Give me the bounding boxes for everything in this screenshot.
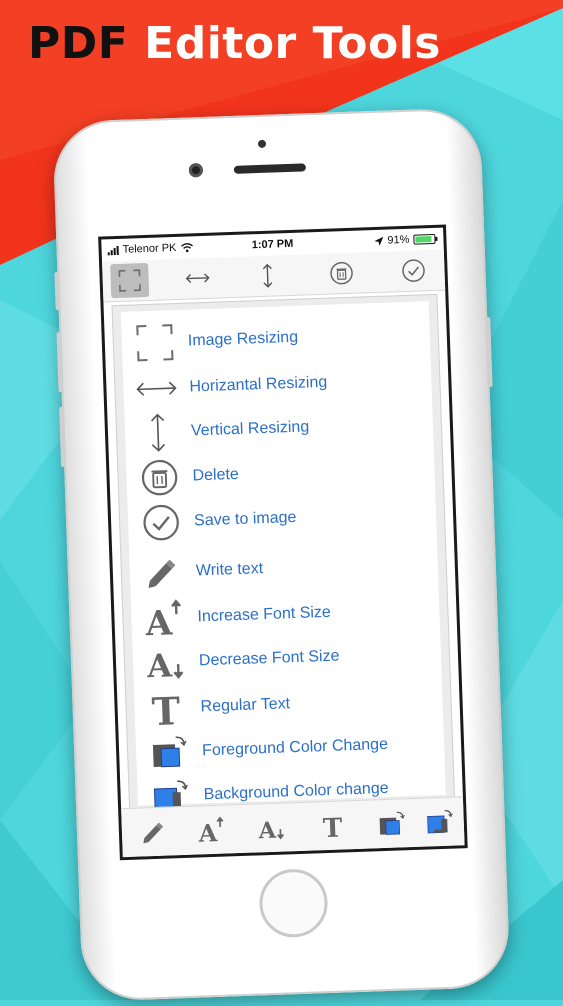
vertical-arrow-icon	[147, 412, 168, 453]
vertical-arrow-icon	[260, 263, 275, 289]
svg-text:T: T	[151, 688, 181, 729]
phone-body: Telenor PK 1:07 PM 91%	[52, 107, 510, 1001]
top-tool-vertical-resize[interactable]	[248, 258, 287, 293]
horizontal-arrow-icon	[184, 271, 210, 286]
bottom-toolbar: A A T	[121, 796, 465, 857]
pencil-icon	[143, 553, 182, 592]
bottom-tool-regular-text[interactable]: T	[313, 807, 354, 844]
list-item-label: Regular Text	[200, 695, 290, 716]
phone-mute-switch	[54, 272, 60, 310]
svg-text:A: A	[146, 646, 174, 683]
decrease-font-icon: A	[144, 642, 187, 683]
svg-text:T: T	[322, 813, 343, 840]
list-item-label: Vertical Resizing	[191, 418, 310, 440]
foreground-color-icon	[149, 734, 190, 771]
list-item-label: Image Resizing	[188, 329, 299, 351]
phone-screen: Telenor PK 1:07 PM 91%	[98, 225, 468, 861]
list-item-label: Foreground Color Change	[202, 736, 388, 760]
decrease-font-icon: A	[256, 813, 287, 842]
bottom-tool-foreground-color[interactable]	[371, 805, 412, 842]
regular-text-icon: T	[148, 688, 187, 729]
proximity-sensor	[258, 140, 266, 148]
bottom-tool-decrease-font[interactable]: A	[251, 809, 292, 846]
pencil-icon	[139, 818, 168, 847]
image-resize-icon	[134, 322, 175, 363]
top-tool-horizontal-resize[interactable]	[178, 261, 217, 296]
tool-legend-list: Image Resizing Horizantal Resizing Verti…	[121, 301, 446, 805]
list-item-label: Increase Font Size	[197, 604, 331, 627]
battery-icon	[413, 234, 435, 245]
list-item-delete: Delete	[136, 453, 240, 501]
list-item-label: Save to image	[194, 509, 297, 531]
horizontal-arrow-icon	[135, 378, 178, 399]
increase-font-icon: A	[143, 598, 186, 639]
list-item-label: Decrease Font Size	[199, 647, 340, 670]
battery-percent: 91%	[387, 234, 409, 247]
background-color-icon	[424, 808, 455, 837]
top-tool-save[interactable]	[394, 253, 433, 288]
list-item-regular-text: T Regular Text	[144, 682, 291, 731]
home-button[interactable]	[258, 868, 328, 938]
list-item-label: Delete	[192, 466, 239, 486]
image-resize-icon	[117, 268, 142, 293]
list-item-decrease-font: A Decrease Font Size	[142, 635, 340, 686]
list-item-increase-font: A Increase Font Size	[141, 591, 332, 642]
phone-power-button	[485, 317, 492, 387]
bottom-tool-write-text[interactable]	[133, 813, 174, 850]
check-circle-icon	[401, 258, 426, 283]
list-item-vertical-resizing: Vertical Resizing	[134, 405, 310, 455]
svg-text:A: A	[257, 818, 277, 843]
trash-icon	[140, 458, 179, 497]
regular-text-icon: T	[320, 811, 347, 840]
front-camera	[189, 163, 203, 177]
list-item-horizontal-resizing: Horizantal Resizing	[133, 361, 328, 412]
location-icon	[374, 236, 383, 245]
phone-mockup: Telenor PK 1:07 PM 91%	[0, 0, 535, 998]
list-item-label: Horizantal Resizing	[189, 374, 327, 397]
document-canvas: Image Resizing Horizantal Resizing Verti…	[112, 294, 456, 813]
phone-volume-down	[59, 407, 66, 467]
check-circle-icon	[142, 503, 181, 542]
list-item-label: Write text	[196, 560, 264, 580]
list-item-image-resizing: Image Resizing	[131, 316, 299, 366]
trash-icon	[329, 261, 354, 286]
bottom-tool-background-color[interactable]	[419, 803, 460, 840]
foreground-color-icon	[376, 809, 407, 838]
svg-text:A: A	[144, 603, 173, 639]
earpiece-speaker	[234, 163, 306, 174]
top-tool-image-resize[interactable]	[110, 263, 149, 298]
list-item-save-to-image: Save to image	[137, 496, 297, 545]
bottom-tool-increase-font[interactable]: A	[191, 811, 232, 848]
svg-text:A: A	[197, 819, 218, 845]
list-item-write-text: Write text	[139, 547, 264, 595]
top-tool-delete[interactable]	[322, 256, 361, 291]
increase-font-icon: A	[196, 816, 227, 845]
phone-volume-up	[56, 332, 63, 392]
